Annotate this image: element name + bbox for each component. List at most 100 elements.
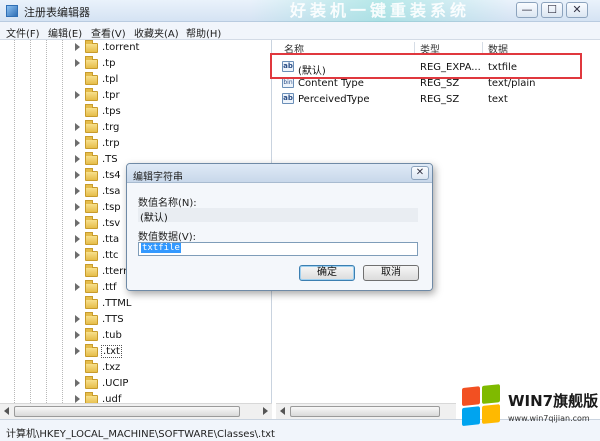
watermark-url: www.win7qijian.com	[508, 414, 590, 423]
expand-arrow-icon[interactable]	[75, 171, 80, 179]
tree-guide-line	[14, 40, 15, 403]
tree-item-label: .txt	[101, 345, 122, 358]
expand-arrow-icon[interactable]	[75, 331, 80, 339]
scroll-left-icon[interactable]	[4, 407, 9, 415]
expand-arrow-icon[interactable]	[75, 395, 80, 403]
expand-arrow-icon[interactable]	[75, 123, 80, 131]
window-title: 注册表编辑器	[24, 6, 90, 19]
value-name: PerceivedType	[298, 94, 370, 105]
tree-item[interactable]: .txz	[75, 360, 265, 376]
list-horizontal-scrollbar[interactable]	[276, 403, 456, 419]
expand-arrow-icon[interactable]	[75, 235, 80, 243]
tree-item[interactable]: .TTS	[75, 312, 265, 328]
tree-item-label: .tsa	[102, 186, 121, 197]
expand-arrow-icon[interactable]	[75, 283, 80, 291]
expand-arrow-icon[interactable]	[75, 379, 80, 387]
menu-view[interactable]: 查看(V)	[91, 25, 126, 40]
scrollbar-thumb[interactable]	[290, 406, 440, 417]
scrollbar-thumb[interactable]	[14, 406, 240, 417]
folder-icon	[85, 248, 98, 261]
folder-icon	[85, 376, 98, 389]
value-data: text	[488, 94, 508, 105]
value-name: Content Type	[298, 78, 364, 89]
tree-item-label: .ttc	[102, 250, 119, 261]
tree-item-label: .tta	[102, 234, 120, 245]
scroll-left-icon[interactable]	[280, 407, 285, 415]
value-data: text/plain	[488, 78, 536, 89]
expand-arrow-icon[interactable]	[75, 251, 80, 259]
tree-item-label: .tub	[102, 330, 122, 341]
tree-item-label: .tsp	[102, 202, 121, 213]
expand-arrow-icon[interactable]	[75, 139, 80, 147]
folder-icon	[85, 312, 98, 325]
folder-icon	[85, 136, 98, 149]
folder-icon	[85, 280, 98, 293]
folder-icon	[85, 168, 98, 181]
close-button[interactable]: ✕	[566, 2, 588, 18]
tree-guide-line	[62, 40, 63, 403]
folder-icon	[85, 104, 98, 117]
value-name-label: 数值名称(N):	[138, 198, 197, 209]
tree-item-label: .tpl	[102, 74, 119, 85]
maximize-button[interactable]: ☐	[541, 2, 563, 18]
tree-item-selected[interactable]: .txt	[75, 344, 265, 360]
tree-item-label: .TTML	[102, 298, 132, 309]
windows-flag-icon	[462, 384, 502, 428]
menu-favorites[interactable]: 收藏夹(A)	[134, 25, 179, 40]
value-type: REG_SZ	[420, 94, 460, 105]
tree-item[interactable]: .udf	[75, 392, 265, 403]
expand-arrow-icon[interactable]	[75, 59, 80, 67]
expand-arrow-icon[interactable]	[75, 155, 80, 163]
expand-arrow-icon[interactable]	[75, 91, 80, 99]
expand-arrow-icon[interactable]	[75, 219, 80, 227]
tree-item[interactable]: .torrent	[75, 40, 265, 56]
tree-item-label: .tpr	[102, 90, 120, 101]
scroll-right-icon[interactable]	[263, 407, 268, 415]
menu-edit[interactable]: 编辑(E)	[48, 25, 82, 40]
tree-item[interactable]: .tpl	[75, 72, 265, 88]
folder-icon	[85, 232, 98, 245]
tree-item[interactable]: .TTML	[75, 296, 265, 312]
menu-help[interactable]: 帮助(H)	[186, 25, 221, 40]
folder-icon	[85, 120, 98, 133]
status-path: 计算机\HKEY_LOCAL_MACHINE\SOFTWARE\Classes\…	[6, 429, 275, 440]
tree-item[interactable]: .tpr	[75, 88, 265, 104]
folder-icon	[85, 40, 98, 53]
folder-icon	[85, 152, 98, 165]
menu-file[interactable]: 文件(F)	[6, 25, 40, 40]
folder-icon	[85, 360, 98, 373]
expand-arrow-icon[interactable]	[75, 315, 80, 323]
watermark-banner: 好装机一键重装系统	[250, 0, 510, 22]
expand-arrow-icon[interactable]	[75, 187, 80, 195]
win7-watermark-logo: WIN7旗舰版 www.win7qijian.com	[462, 384, 598, 440]
tree-item-label: .trg	[102, 122, 120, 133]
value-row[interactable]: ab PerceivedType REG_SZ text	[282, 91, 592, 107]
tree-item-label: .trp	[102, 138, 120, 149]
tree-item[interactable]: .tp	[75, 56, 265, 72]
cancel-button[interactable]: 取消	[363, 265, 419, 281]
minimize-button[interactable]: —	[516, 2, 538, 18]
tree-guide-line	[30, 40, 31, 403]
expand-arrow-icon[interactable]	[75, 43, 80, 51]
expand-arrow-icon[interactable]	[75, 347, 80, 355]
tree-item-label: .torrent	[102, 42, 140, 53]
tree-item-label: .ts4	[102, 170, 121, 181]
tree-horizontal-scrollbar[interactable]	[0, 403, 272, 419]
tree-item-label: .tps	[102, 106, 121, 117]
value-data-input[interactable]: txtfile	[138, 242, 418, 256]
tree-item[interactable]: .tps	[75, 104, 265, 120]
dialog-title-bar[interactable]: 编辑字符串 ✕	[127, 164, 432, 183]
folder-icon	[85, 344, 98, 357]
expand-arrow-icon[interactable]	[75, 203, 80, 211]
watermark-title: WIN7旗舰版	[508, 392, 599, 410]
string-value-icon: ab	[282, 93, 294, 104]
tree-item[interactable]: .trg	[75, 120, 265, 136]
tree-item[interactable]: .tub	[75, 328, 265, 344]
ok-button[interactable]: 确定	[299, 265, 355, 281]
tree-item[interactable]: .trp	[75, 136, 265, 152]
value-type: REG_SZ	[420, 78, 460, 89]
regedit-icon	[6, 5, 18, 17]
tree-item-label: .TS	[102, 154, 118, 165]
dialog-close-button[interactable]: ✕	[411, 166, 429, 180]
tree-item[interactable]: .UCIP	[75, 376, 265, 392]
